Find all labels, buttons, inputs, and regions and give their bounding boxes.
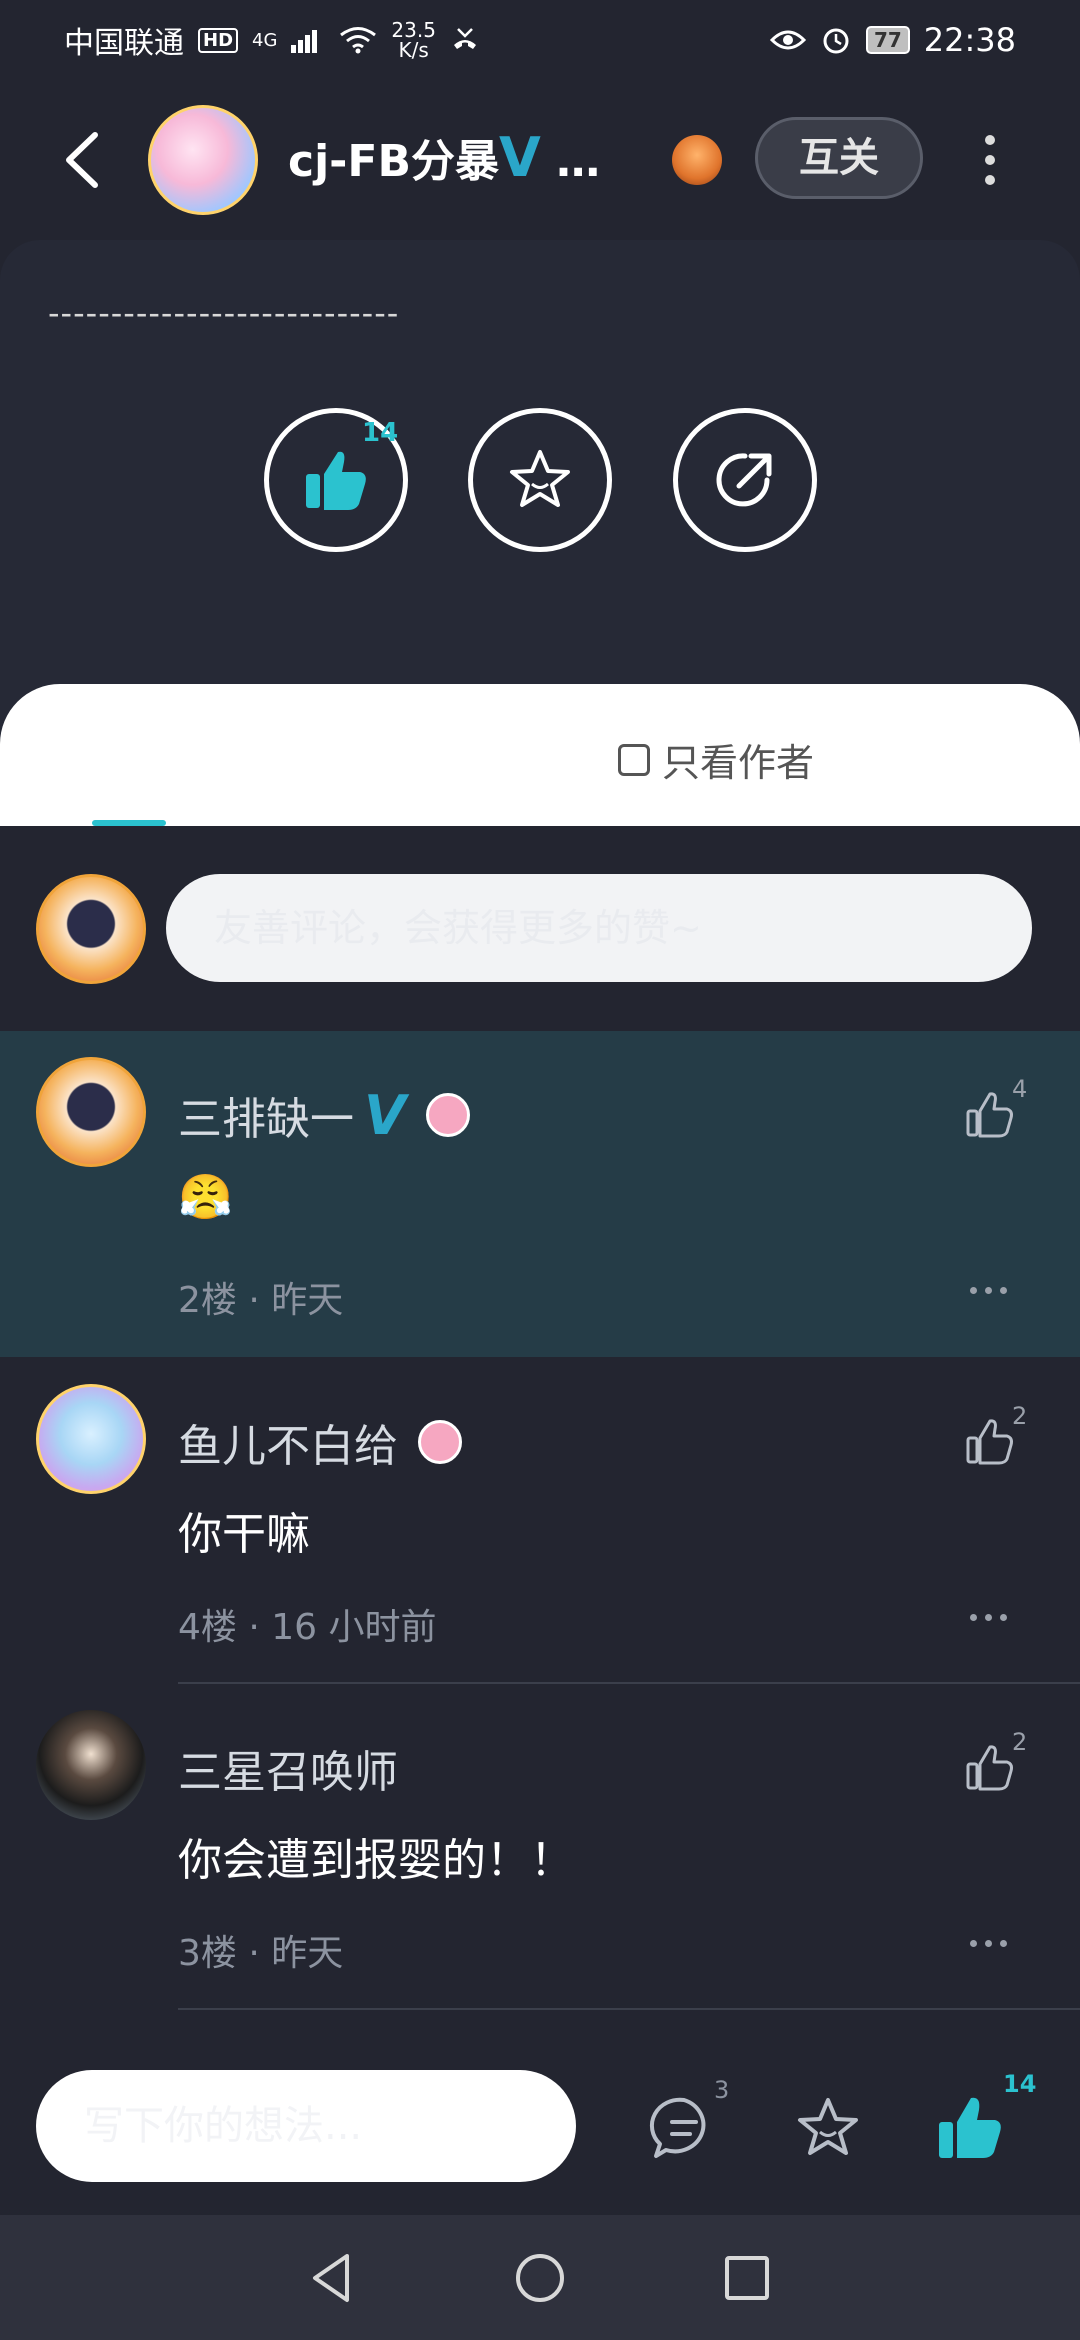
commenter-name[interactable]: 三星召唤师 [178, 1736, 398, 1800]
post-share-button[interactable] [673, 408, 817, 552]
thumbs-up-filled-icon[interactable] [935, 2092, 1007, 2164]
star-icon [510, 450, 570, 507]
signal-bars-icon [291, 30, 318, 53]
back-arrow-icon[interactable] [55, 125, 115, 195]
write-comment-input[interactable] [36, 2070, 576, 2182]
commenter-avatar[interactable] [36, 1057, 146, 1167]
commenter-avatar[interactable] [36, 1384, 146, 1494]
missed-call-icon [453, 28, 476, 49]
nav-recents-icon[interactable] [715, 2246, 779, 2310]
post-content: ---------------------------- 14 [0, 240, 1080, 740]
net-speed-unit: K/s [398, 38, 429, 62]
system-nav-bar [0, 2215, 1080, 2340]
author-only-toggle[interactable]: 只看作者 [618, 732, 814, 787]
post-favorite-button[interactable] [468, 408, 612, 552]
level-badge-icon [425, 1093, 470, 1137]
commenter-name-text: 三星召唤师 [178, 1747, 398, 1798]
carrier-label: 中国联通 [64, 26, 184, 61]
author-name-text: cj-FB分暴 [288, 136, 500, 187]
comment-text: 😤 [178, 1172, 233, 1223]
clock: 22:38 [923, 21, 1016, 59]
comment-item[interactable]: 三星召唤师 你会遭到报婴的！！ 3楼 · 昨天 2 [0, 1684, 1080, 2010]
author-only-label: 只看作者 [662, 741, 815, 785]
status-left: 中国联通 HD 4G 23.5 K/s [64, 18, 480, 62]
eye-comfort-icon [769, 30, 806, 50]
battery-indicator: 77 [865, 26, 910, 54]
nav-back-icon[interactable] [301, 2246, 365, 2310]
verified-badge-icon: V [364, 1083, 406, 1147]
commenter-name-text: 鱼儿不白给 [178, 1421, 398, 1472]
thumbs-up-icon[interactable] [964, 1089, 1016, 1141]
thumbs-up-icon[interactable] [964, 1742, 1016, 1794]
author-only-checkbox[interactable] [618, 743, 650, 776]
signal-4g-label: 4G [252, 29, 278, 51]
status-bar: 中国联通 HD 4G 23.5 K/s 77 22:38 [0, 0, 1080, 80]
commenter-name[interactable]: 三排缺一 V [178, 1083, 470, 1147]
comment-like-count: 2 [1012, 1728, 1028, 1756]
comment-input[interactable] [166, 874, 1032, 982]
comment-like-count: 2 [1012, 1402, 1028, 1430]
comment-more-icon[interactable] [970, 1287, 1007, 1294]
comment-more-icon[interactable] [970, 1614, 1007, 1621]
bottom-like-count: 14 [1003, 2070, 1037, 2098]
author-avatar[interactable] [148, 105, 258, 215]
commenter-name-text: 三排缺一 [178, 1094, 354, 1145]
comment-tab-bar: 只看作者 [0, 684, 1080, 826]
comment-meta: 2楼 · 昨天 [178, 1280, 344, 1321]
comment-meta: 3楼 · 昨天 [178, 1933, 344, 1974]
alarm-icon [823, 28, 849, 54]
commenter-avatar[interactable] [36, 1710, 146, 1820]
comment-meta: 4楼 · 16 小时前 [178, 1607, 437, 1648]
comment-input-row [0, 826, 1080, 1031]
comment-like-count: 4 [1012, 1075, 1028, 1103]
comment-text: 你干嘛 [178, 1509, 310, 1560]
favorite-star-icon[interactable] [792, 2092, 864, 2164]
comment-item[interactable]: 鱼儿不白给 你干嘛 4楼 · 16 小时前 2 [0, 1358, 1080, 1684]
level-badge-icon [418, 1420, 462, 1464]
author-name-ellipsis: … [540, 136, 601, 187]
network-speed: 23.5 K/s [391, 20, 436, 60]
net-speed-value: 23.5 [391, 18, 436, 42]
my-avatar [36, 874, 146, 984]
hd-icon: HD [198, 27, 239, 53]
post-like-count: 14 [362, 418, 399, 448]
author-name[interactable]: cj-FB分暴V … [288, 125, 600, 189]
commenter-name[interactable]: 鱼儿不白给 [178, 1410, 462, 1474]
nav-home-icon[interactable] [508, 2246, 572, 2310]
status-right: 77 22:38 [769, 21, 1016, 59]
mascot-icon[interactable] [672, 135, 722, 185]
comment-item[interactable]: 三排缺一 V 😤 2楼 · 昨天 4 [0, 1031, 1080, 1357]
thumbs-up-filled-icon [306, 451, 366, 510]
post-divider-text: ---------------------------- [48, 294, 400, 332]
comment-text: 你会遭到报婴的！！ [178, 1835, 574, 1886]
comment-separator [178, 2008, 1080, 2010]
post-header: cj-FB分暴V … 互关 [0, 95, 1080, 225]
comment-icon[interactable] [648, 2092, 720, 2164]
verified-badge-icon: V [499, 126, 541, 189]
bottom-action-bar: 3 14 [0, 2040, 1080, 2220]
follow-button[interactable]: 互关 [755, 117, 923, 199]
wifi-icon [340, 27, 377, 54]
comment-count: 3 [714, 2076, 730, 2104]
more-options-icon[interactable] [975, 135, 1005, 185]
share-icon [716, 453, 772, 507]
thumbs-up-icon[interactable] [964, 1416, 1016, 1468]
comment-more-icon[interactable] [970, 1940, 1007, 1947]
